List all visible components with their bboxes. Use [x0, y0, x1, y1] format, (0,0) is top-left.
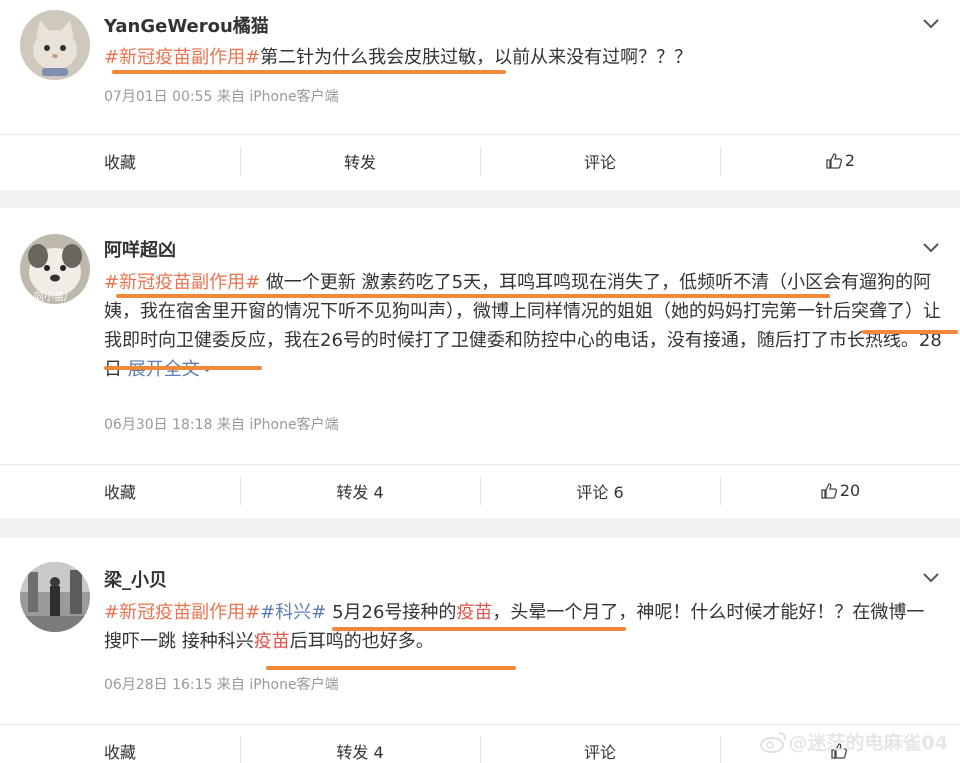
- avatar-caption: 同小苗/: [34, 292, 68, 303]
- like-button[interactable]: 2: [720, 135, 960, 186]
- post-card: YanGeWerou橘猫 #新冠疫苗副作用#第二针为什么我会皮肤过敏，以前从来没…: [0, 0, 960, 190]
- username[interactable]: 阿咩超凶: [104, 236, 176, 262]
- chevron-down-icon[interactable]: [920, 12, 942, 34]
- collect-button[interactable]: 收藏: [0, 725, 240, 763]
- repost-button[interactable]: 转发 4: [240, 725, 480, 763]
- weibo-logo-icon: [759, 731, 786, 753]
- hashtag-link[interactable]: #科兴#: [260, 602, 326, 623]
- like-button[interactable]: 20: [720, 465, 960, 516]
- hashtag-link[interactable]: #新冠疫苗副作用#: [104, 602, 260, 623]
- highlight-underline: [862, 330, 958, 334]
- watermark: @迷茫的电麻雀04: [759, 728, 948, 755]
- thumbs-up-icon: [821, 482, 837, 499]
- avatar[interactable]: [20, 562, 90, 632]
- collect-button[interactable]: 收藏: [0, 135, 240, 186]
- post-meta: 06月30日 18:18 来自 iPhone客户端: [104, 417, 339, 433]
- hashtag-link[interactable]: #新冠疫苗副作用#: [104, 47, 260, 68]
- thumbs-up-icon: [826, 152, 842, 169]
- chevron-down-icon[interactable]: [920, 566, 942, 588]
- avatar[interactable]: [20, 10, 90, 80]
- username[interactable]: YanGeWerou橘猫: [104, 12, 269, 38]
- comment-button[interactable]: 评论: [480, 725, 720, 763]
- highlight-underline: [266, 666, 516, 670]
- post-meta: 06月28日 16:15 来自 iPhone客户端: [104, 677, 339, 693]
- comment-button[interactable]: 评论 6: [480, 465, 720, 516]
- highlight-underline: [112, 70, 506, 74]
- repost-button[interactable]: 转发: [240, 135, 480, 186]
- cat-avatar-icon: [20, 10, 90, 80]
- hashtag-link[interactable]: #新冠疫苗副作用#: [104, 272, 260, 293]
- collect-button[interactable]: 收藏: [0, 465, 240, 516]
- post-text: #新冠疫苗副作用#第二针为什么我会皮肤过敏，以前从来没有过啊？？？: [104, 47, 693, 68]
- chevron-down-icon[interactable]: [920, 236, 942, 258]
- action-bar: 收藏 转发 评论 2: [0, 134, 960, 186]
- photo-avatar-icon: [20, 562, 90, 632]
- username[interactable]: 梁_小贝: [104, 566, 167, 592]
- highlight-underline: [332, 627, 626, 631]
- highlight-underline: [104, 366, 262, 370]
- comment-button[interactable]: 评论: [480, 135, 720, 186]
- post-meta: 07月01日 00:55 来自 iPhone客户端: [104, 89, 339, 105]
- repost-button[interactable]: 转发 4: [240, 465, 480, 516]
- post-card: 同小苗/ 阿咩超凶 #新冠疫苗副作用# 做一个更新 激素药吃了5天，耳鸣耳鸣现在…: [0, 208, 960, 518]
- action-bar: 收藏 转发 4 评论 6 20: [0, 464, 960, 516]
- highlight-underline: [116, 294, 830, 298]
